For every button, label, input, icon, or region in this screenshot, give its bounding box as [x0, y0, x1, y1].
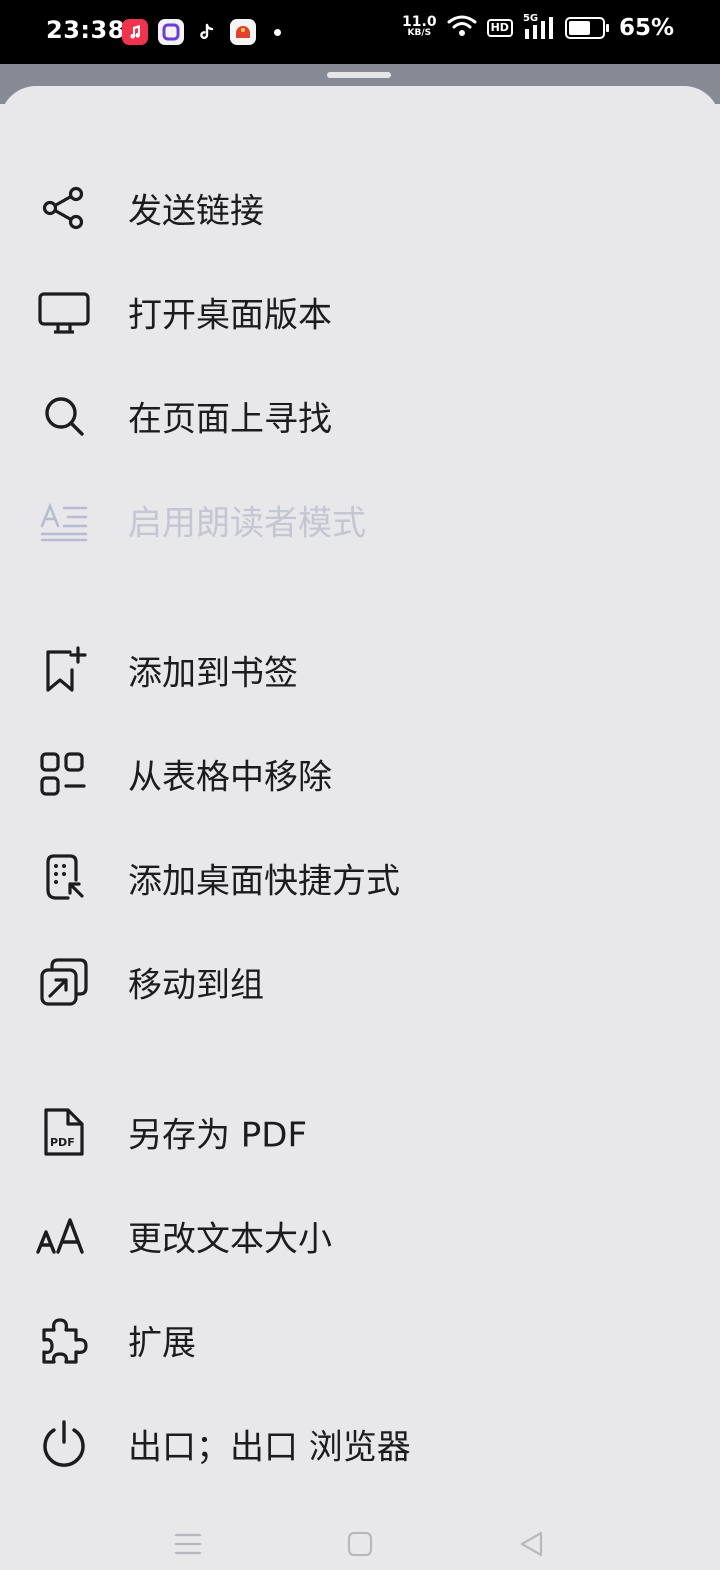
menu-item-add-home-shortcut[interactable]: 添加桌面快捷方式 [0, 830, 720, 926]
net-speed-unit: KB/S [407, 28, 432, 38]
menu-item-desktop-version[interactable]: 打开桌面版本 [0, 264, 720, 360]
net-speed: 11.0 KB/S [402, 14, 437, 39]
menu-item-send-link[interactable]: 发送链接 [0, 160, 720, 256]
menu-item-extensions[interactable]: 扩展 [0, 1292, 720, 1388]
share-icon [36, 180, 92, 236]
menu-item-label: 添加桌面快捷方式 [128, 861, 400, 902]
menu-lines-icon [174, 1533, 202, 1555]
menu-item-save-as-pdf[interactable]: PDF 另存为 PDF [0, 1084, 720, 1180]
square-icon [347, 1531, 373, 1557]
menu-item-label: 在页面上寻找 [128, 399, 332, 440]
menu-item-find-in-page[interactable]: 在页面上寻找 [0, 368, 720, 464]
system-indicators: 11.0 KB/S HD 5G 65% [402, 13, 674, 42]
food-app-icon [230, 19, 256, 45]
back-triangle-icon [520, 1531, 543, 1557]
bookmark-add-icon [36, 642, 92, 698]
menu-item-add-bookmark[interactable]: 添加到书签 [0, 622, 720, 718]
battery-icon [564, 17, 609, 39]
power-icon [36, 1416, 92, 1472]
menu-item-move-to-group[interactable]: 移动到组 [0, 934, 720, 1030]
music-app-icon [122, 19, 148, 45]
tiktok-icon [194, 19, 220, 45]
net-speed-value: 11.0 [402, 14, 437, 30]
sheet-drag-handle[interactable] [327, 72, 391, 78]
status-bar: 23:38 11.0 KB/S HD 5G 65% [0, 0, 720, 64]
menu-item-label: 出口；出口 浏览器 [128, 1427, 411, 1468]
menu-item-label: 另存为 PDF [128, 1115, 308, 1156]
reader-mode-icon [36, 492, 92, 548]
svg-text:PDF: PDF [50, 1136, 75, 1149]
text-size-icon [36, 1208, 92, 1264]
pdf-icon: PDF [36, 1104, 92, 1160]
menu-item-label: 打开桌面版本 [128, 295, 332, 336]
menu-item-label: 从表格中移除 [128, 757, 332, 798]
notification-icons [122, 19, 281, 45]
menu-item-label: 添加到书签 [128, 653, 298, 694]
grid-remove-icon [36, 746, 92, 802]
menu-item-label: 移动到组 [128, 965, 264, 1006]
desktop-icon [36, 284, 92, 340]
signal-icon: 5G [523, 13, 555, 41]
hd-badge: HD [486, 19, 513, 37]
home-button[interactable] [342, 1526, 378, 1562]
search-icon [36, 388, 92, 444]
menu-item-exit-browser[interactable]: 出口；出口 浏览器 [0, 1396, 720, 1492]
menu-item-remove-from-grid[interactable]: 从表格中移除 [0, 726, 720, 822]
purple-app-icon [158, 19, 184, 45]
wifi-icon [447, 14, 477, 42]
battery-percent: 65% [618, 15, 674, 41]
system-navigation-bar [0, 1510, 720, 1570]
back-button[interactable] [514, 1526, 550, 1562]
menu-item-label: 启用朗读者模式 [128, 503, 366, 544]
menu-item-label: 发送链接 [128, 191, 264, 232]
recent-apps-button[interactable] [170, 1526, 206, 1562]
menu-item-label: 扩展 [128, 1323, 196, 1364]
extension-icon [36, 1312, 92, 1368]
menu-item-label: 更改文本大小 [128, 1219, 332, 1260]
more-notifications-dot [274, 28, 281, 36]
browser-menu-sheet: 发送链接 打开桌面版本 在页面上寻找 启用朗读者模式 添加到书签 从表格中移除 … [0, 86, 720, 1570]
menu-item-reader-mode: 启用朗读者模式 [0, 472, 720, 568]
shortcut-icon [36, 850, 92, 906]
status-time: 23:38 [46, 16, 125, 44]
move-to-group-icon [36, 954, 92, 1010]
menu-item-change-text-size[interactable]: 更改文本大小 [0, 1188, 720, 1284]
